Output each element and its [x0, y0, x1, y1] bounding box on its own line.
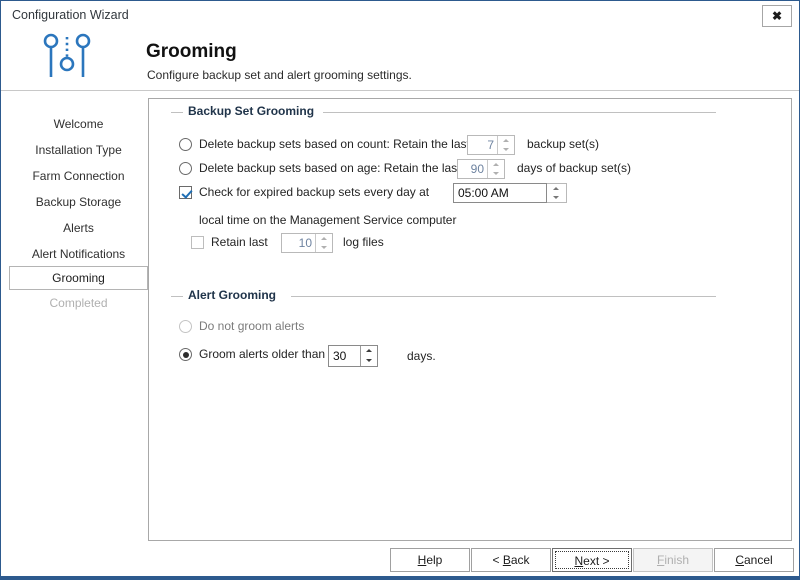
backup-set-grooming-title: Backup Set Grooming: [188, 104, 314, 118]
retain-count-value: 7: [468, 136, 498, 154]
group-line-right: [323, 112, 716, 113]
check-expired-row: Check for expired backup sets every day …: [179, 183, 716, 203]
check-expired-time-spin-buttons[interactable]: [547, 183, 567, 203]
alert-grooming-title: Alert Grooming: [188, 288, 276, 302]
groom-older-than-row: Groom alerts older than 30 days.: [179, 345, 716, 365]
retain-logs-value: 10: [282, 234, 316, 252]
retain-count-suffix: backup set(s): [527, 137, 599, 151]
finish-button-label: Finish: [657, 553, 689, 567]
groom-older-than-down-arrow-icon[interactable]: [361, 356, 377, 366]
retain-logs-suffix: log files: [343, 235, 384, 249]
configuration-wizard-window: Configuration Wizard ✖ Grooming Configur…: [0, 0, 800, 580]
groom-older-than-up-arrow-icon[interactable]: [361, 346, 377, 356]
delete-by-count-row: Delete backup sets based on count: Retai…: [179, 135, 716, 155]
local-time-note: local time on the Management Service com…: [199, 213, 456, 227]
help-button[interactable]: Help: [390, 548, 470, 572]
page-title: Grooming: [146, 41, 237, 63]
check-expired-time-down-arrow-icon[interactable]: [547, 193, 565, 202]
sidebar-item-grooming[interactable]: Grooming: [9, 266, 148, 290]
close-button[interactable]: ✖: [762, 5, 792, 27]
retain-count-spin-buttons[interactable]: [497, 136, 514, 154]
retain-logs-down-arrow-icon[interactable]: [316, 243, 332, 252]
group-line-left: [171, 112, 183, 113]
retain-age-down-arrow-icon[interactable]: [488, 169, 504, 178]
delete-by-count-label: Delete backup sets based on count: Retai…: [199, 137, 470, 151]
sidebar-item-alerts[interactable]: Alerts: [9, 217, 148, 241]
groom-older-than-label: Groom alerts older than: [199, 347, 325, 361]
window-title: Configuration Wizard: [12, 8, 129, 22]
delete-by-count-radio[interactable]: [179, 138, 192, 151]
delete-by-age-radio[interactable]: [179, 162, 192, 175]
groom-older-than-radio[interactable]: [179, 348, 192, 361]
check-expired-checkbox[interactable]: [179, 186, 192, 199]
do-not-groom-label: Do not groom alerts: [199, 319, 304, 333]
retain-logs-spin-buttons[interactable]: [315, 234, 332, 252]
delete-by-age-label: Delete backup sets based on age: Retain …: [199, 161, 461, 175]
cancel-button[interactable]: Cancel: [714, 548, 794, 572]
groom-older-than-value: 30: [329, 346, 361, 366]
retain-age-up-arrow-icon[interactable]: [488, 160, 504, 169]
retain-count-down-arrow-icon[interactable]: [498, 145, 514, 154]
close-icon: ✖: [763, 6, 791, 26]
wizard-nodes-icon: [42, 31, 92, 85]
delete-by-age-row: Delete backup sets based on age: Retain …: [179, 159, 716, 179]
retain-logs-up-arrow-icon[interactable]: [316, 234, 332, 243]
groom-older-than-spinner[interactable]: 30: [328, 345, 378, 367]
check-expired-time-value: 05:00 AM: [458, 184, 509, 202]
sidebar-item-completed: Completed: [9, 292, 148, 316]
sidebar-item-backup-storage[interactable]: Backup Storage: [9, 191, 148, 215]
content-panel: Backup Set Grooming Delete backup sets b…: [148, 98, 792, 541]
title-bar: Configuration Wizard ✖: [1, 1, 799, 31]
retain-age-spin-buttons[interactable]: [487, 160, 504, 178]
back-button[interactable]: < Back: [471, 548, 551, 572]
do-not-groom-row: Do not groom alerts: [179, 317, 716, 337]
retain-age-value: 90: [458, 160, 488, 178]
check-expired-time-field[interactable]: 05:00 AM: [453, 183, 567, 203]
next-button-label: Next >: [555, 551, 629, 569]
cancel-button-label: Cancel: [735, 553, 772, 567]
retain-age-spinner[interactable]: 90: [457, 159, 505, 179]
retain-age-suffix: days of backup set(s): [517, 161, 631, 175]
groom-older-than-spin-buttons[interactable]: [360, 346, 377, 366]
check-expired-label: Check for expired backup sets every day …: [199, 185, 429, 199]
alert-group-line-left: [171, 296, 183, 297]
page-subtitle: Configure backup set and alert grooming …: [147, 68, 412, 82]
wizard-step-list: Welcome Installation Type Farm Connectio…: [1, 91, 149, 541]
retain-count-spinner[interactable]: 7: [467, 135, 515, 155]
sidebar-item-welcome[interactable]: Welcome: [9, 113, 148, 137]
sidebar-item-farm-connection[interactable]: Farm Connection: [9, 165, 148, 189]
alert-group-line-right: [291, 296, 716, 297]
sidebar-item-installation-type[interactable]: Installation Type: [9, 139, 148, 163]
do-not-groom-radio[interactable]: [179, 320, 192, 333]
help-button-label: Help: [418, 553, 443, 567]
next-button[interactable]: Next >: [552, 548, 632, 572]
retain-logs-spinner[interactable]: 10: [281, 233, 333, 253]
groom-older-than-suffix: days.: [407, 349, 436, 363]
footer-accent-bar: [1, 576, 799, 579]
finish-button: Finish: [633, 548, 713, 572]
check-expired-time-up-arrow-icon[interactable]: [547, 184, 565, 193]
back-button-label: < Back: [492, 553, 529, 567]
check-expired-time-box[interactable]: 05:00 AM: [453, 183, 547, 203]
sidebar-item-alert-notifications[interactable]: Alert Notifications: [9, 243, 148, 267]
retain-logs-label: Retain last: [211, 235, 268, 249]
retain-logs-checkbox[interactable]: [191, 236, 204, 249]
retain-count-up-arrow-icon[interactable]: [498, 136, 514, 145]
retain-logs-row: Retain last 10 log files: [191, 233, 716, 253]
